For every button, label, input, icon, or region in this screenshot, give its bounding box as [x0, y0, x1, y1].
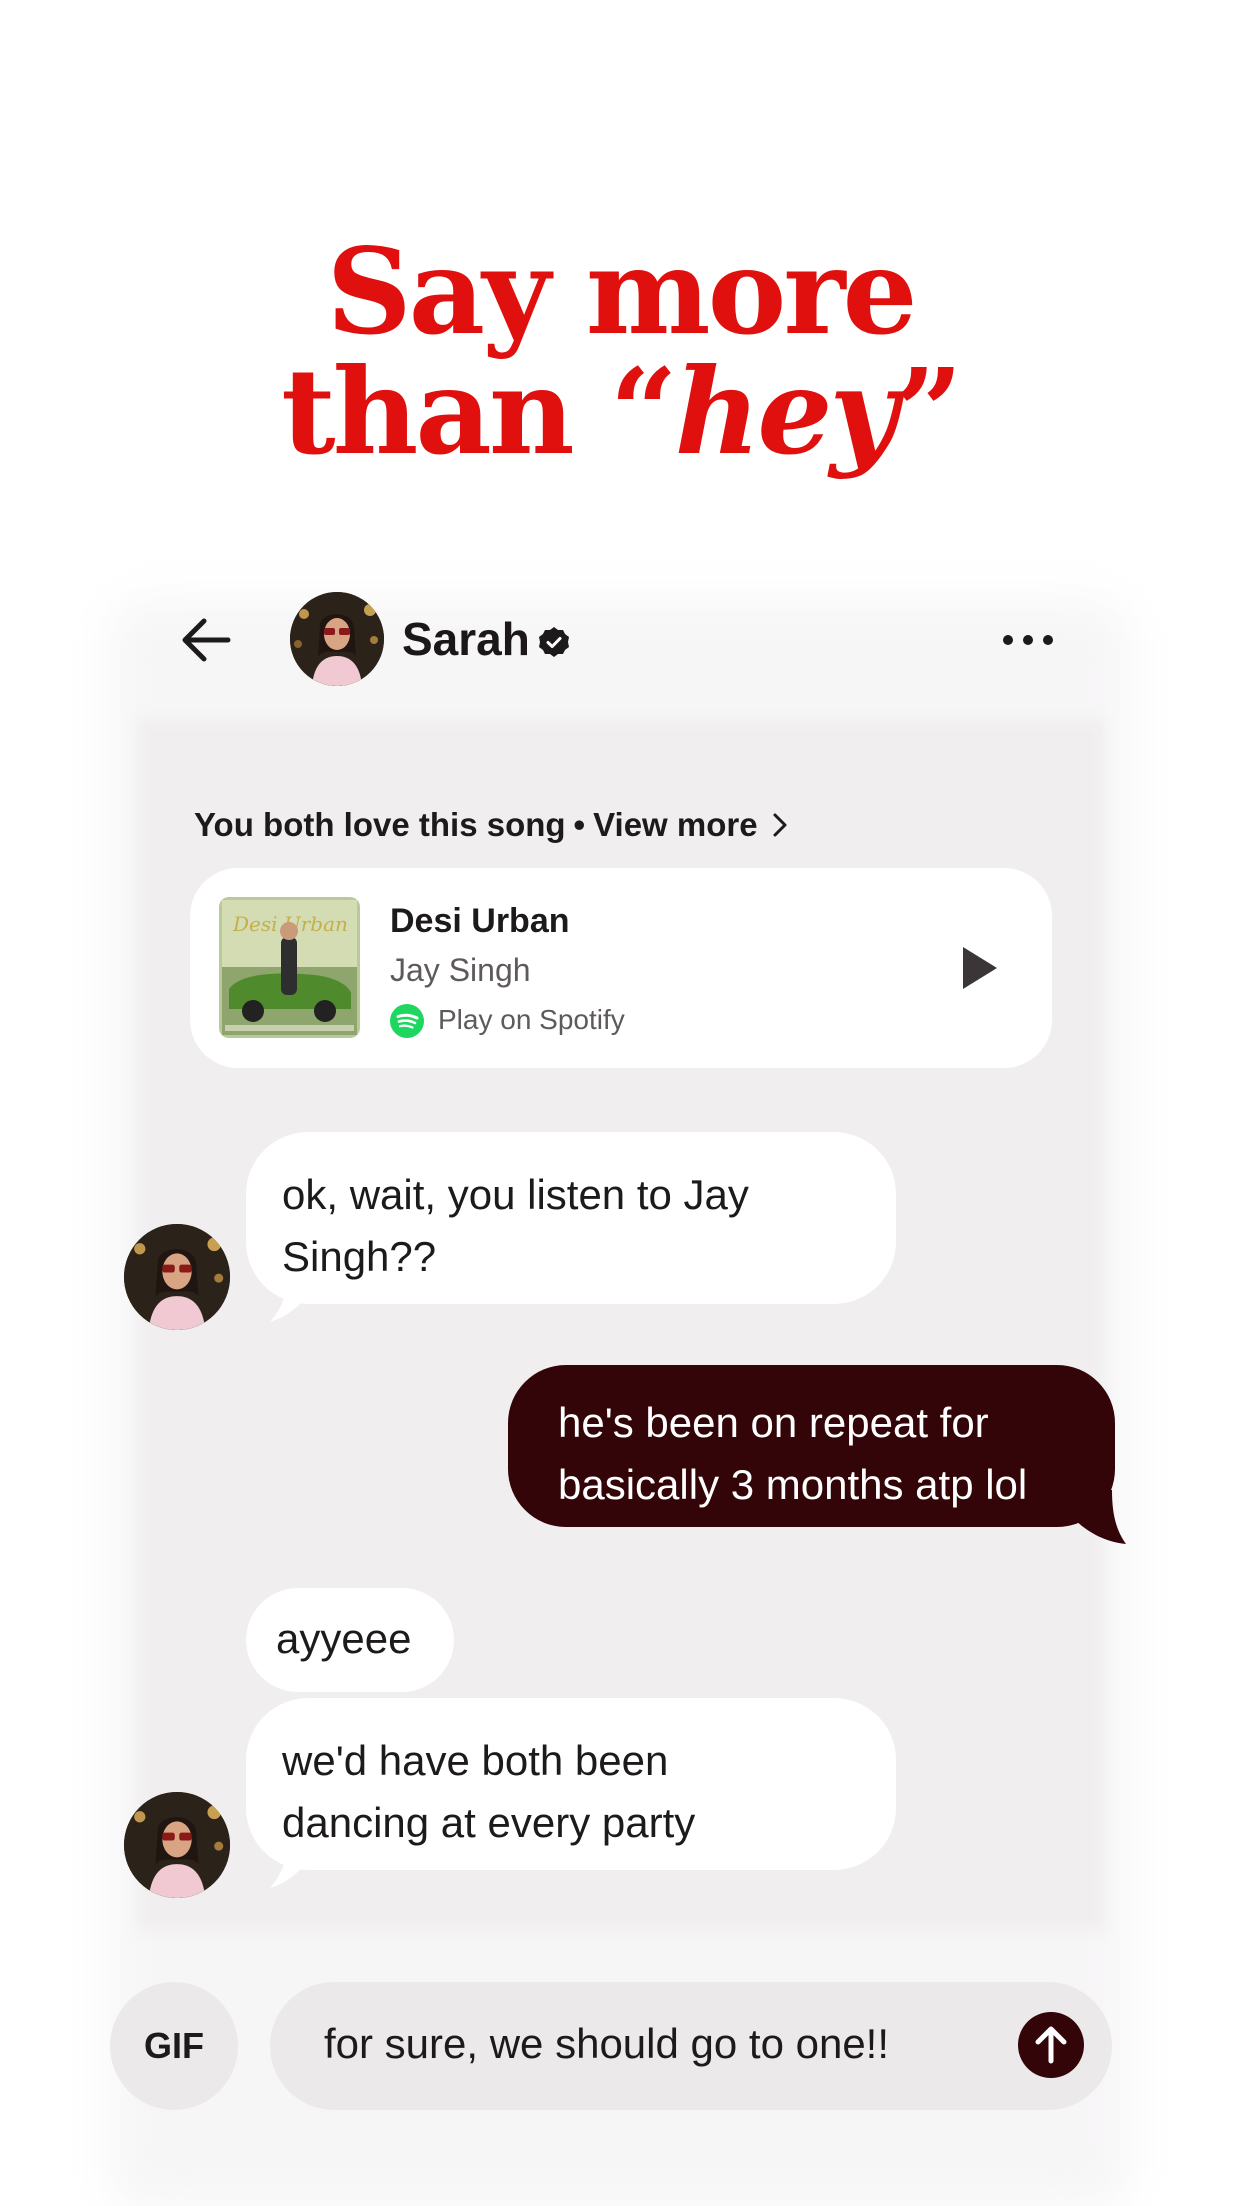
song-title: Desi Urban — [390, 902, 570, 940]
avatar[interactable] — [290, 592, 384, 686]
view-more-link[interactable]: View more — [593, 806, 789, 843]
song-artist: Jay Singh — [390, 952, 531, 988]
message-bubble-incoming: we'd have both been dancing at every par… — [246, 1698, 896, 1870]
avatar[interactable] — [124, 1224, 230, 1330]
chat-header: Sarah — [0, 590, 1241, 690]
message-bubble-incoming: ok, wait, you listen to Jay Singh?? — [246, 1132, 896, 1304]
message-input[interactable]: for sure, we should go to one!! — [324, 2020, 889, 2068]
headline-line-1: Say more — [326, 222, 917, 361]
avatar-photo — [290, 592, 384, 686]
avatar[interactable] — [124, 1792, 230, 1898]
chevron-right-icon — [773, 813, 787, 837]
spotify-icon — [390, 1004, 424, 1038]
message-bubble-outgoing: he's been on repeat for basically 3 mont… — [508, 1365, 1115, 1527]
contact-name: Sarah — [402, 613, 530, 665]
message-composer[interactable]: for sure, we should go to one!! — [270, 1982, 1112, 2110]
more-horizontal-icon[interactable] — [996, 620, 1060, 660]
verified-badge-icon — [539, 627, 569, 657]
arrow-left-icon[interactable] — [178, 615, 234, 665]
arrow-up-icon[interactable] — [1018, 2012, 1084, 2078]
headline: Say more than “hey” — [0, 232, 1241, 472]
play-on-spotify-link[interactable]: Play on Spotify — [438, 1004, 625, 1036]
play-icon[interactable] — [960, 944, 1000, 992]
song-card[interactable]: Desi Urban Desi Urban Jay Singh Play on … — [190, 868, 1052, 1068]
gif-button[interactable]: GIF — [110, 1982, 238, 2110]
album-art: Desi Urban — [219, 897, 360, 1038]
headline-emphasis: hey — [674, 342, 898, 481]
message-bubble-incoming: ayyeee — [246, 1588, 454, 1692]
headline-line-2: than “hey” — [281, 342, 963, 481]
shared-song-label: You both love this song • View more — [194, 806, 789, 844]
